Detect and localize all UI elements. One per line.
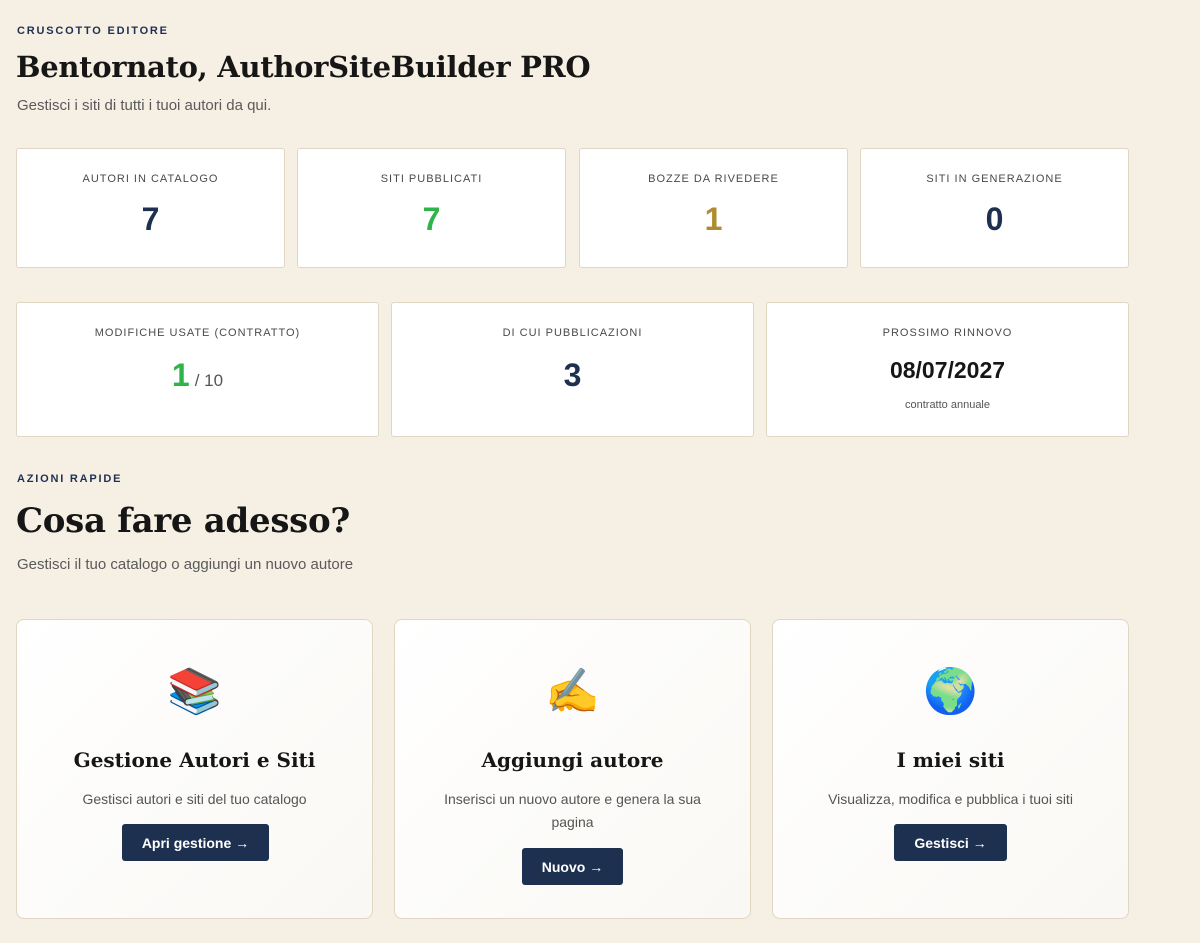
page-title: Bentornato, AuthorSiteBuilder PRO	[16, 50, 591, 84]
globe-icon: 🌍	[923, 667, 978, 716]
actions-eyebrow: AZIONI RAPIDE	[17, 473, 123, 485]
stat-value: 0	[985, 201, 1004, 237]
stat-value: 1	[704, 201, 723, 237]
action-card-title: Gestione Autori e Siti	[73, 748, 316, 772]
stat-label: AUTORI IN CATALOGO	[82, 173, 219, 185]
new-author-button[interactable]: Nuovo →	[522, 848, 623, 885]
page-subtitle: Gestisci i siti di tutti i tuoi autori d…	[17, 97, 272, 114]
action-card-gestione: 📚 Gestione Autori e Siti Gestisci autori…	[16, 619, 373, 919]
stat-card-rinnovo: PROSSIMO RINNOVO 08/07/2027 contratto an…	[766, 302, 1129, 437]
action-card-title: Aggiungi autore	[481, 748, 664, 772]
actions-title: Cosa fare adesso?	[16, 501, 351, 541]
stat-label: PROSSIMO RINNOVO	[882, 327, 1013, 339]
stat-card-pubblicazioni: DI CUI PUBBLICAZIONI 3	[391, 302, 754, 437]
action-card-desc: Visualizza, modifica e pubblica i tuoi s…	[828, 791, 1073, 807]
writing-hand-icon: ✍️	[545, 667, 600, 716]
stat-value: 1	[171, 357, 190, 393]
stat-label: MODIFICHE USATE (CONTRATTO)	[94, 327, 301, 339]
stat-total: / 10	[194, 371, 224, 390]
stat-value: 3	[563, 357, 582, 393]
action-card-desc: Inserisci un nuovo autore e genera la su…	[444, 791, 701, 830]
stat-card-autori: AUTORI IN CATALOGO 7	[16, 148, 285, 268]
action-card-siti: 🌍 I miei siti Visualizza, modifica e pub…	[772, 619, 1129, 919]
renewal-date: 08/07/2027	[889, 357, 1006, 383]
stat-card-in-generazione: SITI IN GENERAZIONE 0	[860, 148, 1129, 268]
stat-value-group: 1/ 10	[17, 357, 378, 394]
stat-card-siti-pubblicati: SITI PUBBLICATI 7	[297, 148, 566, 268]
books-icon: 📚	[167, 667, 222, 716]
contract-type: contratto annuale	[904, 399, 990, 411]
stat-value: 7	[141, 201, 160, 237]
action-card-desc: Gestisci autori e siti del tuo catalogo	[82, 791, 307, 807]
stat-label: DI CUI PUBBLICAZIONI	[502, 327, 643, 339]
action-card-title: I miei siti	[896, 748, 1005, 772]
stat-card-modifiche: MODIFICHE USATE (CONTRATTO) 1/ 10	[16, 302, 379, 437]
actions-subtitle: Gestisci il tuo catalogo o aggiungi un n…	[17, 556, 354, 573]
manage-sites-button[interactable]: Gestisci →	[894, 824, 1007, 861]
open-management-button[interactable]: Apri gestione →	[122, 824, 269, 861]
stat-card-bozze: BOZZE DA RIVEDERE 1	[579, 148, 848, 268]
action-card-aggiungi: ✍️ Aggiungi autore Inserisci un nuovo au…	[394, 619, 751, 919]
stat-label: SITI IN GENERAZIONE	[926, 173, 1063, 185]
stat-value: 7	[422, 201, 441, 237]
stat-label: SITI PUBBLICATI	[380, 173, 483, 185]
page-eyebrow: CRUSCOTTO EDITORE	[17, 25, 169, 37]
stat-label: BOZZE DA RIVEDERE	[648, 173, 779, 185]
